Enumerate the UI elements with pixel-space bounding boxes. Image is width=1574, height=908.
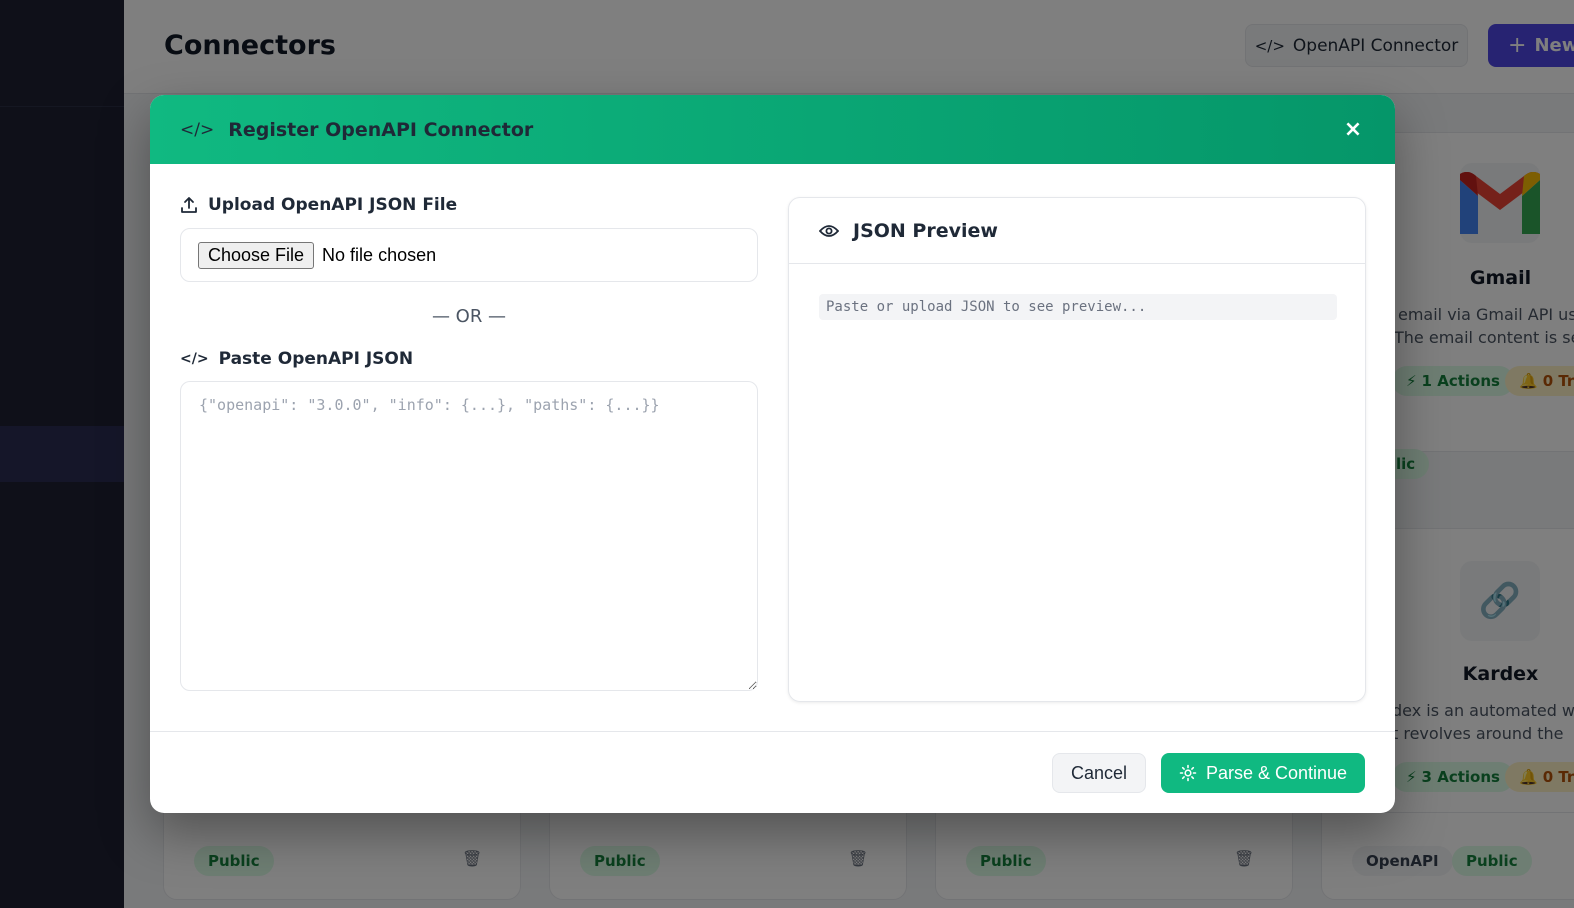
preview-header: JSON Preview (789, 198, 1365, 264)
code-icon: </> (180, 119, 215, 140)
or-separator: — OR — (431, 306, 507, 327)
parse-continue-label: Parse & Continue (1205, 762, 1348, 783)
code-icon: </> (180, 351, 209, 367)
eye-icon (819, 224, 839, 237)
preview-placeholder: Paste or upload JSON to see preview... (819, 294, 1337, 320)
json-input-textarea[interactable] (180, 381, 758, 691)
file-input[interactable]: Choose File No file chosen (180, 228, 758, 282)
close-icon[interactable]: × (1341, 117, 1365, 142)
json-preview-panel: JSON Preview Paste or upload JSON to see… (788, 197, 1366, 702)
input-column: Upload OpenAPI JSON File Choose File No … (180, 195, 758, 695)
preview-title: JSON Preview (853, 219, 998, 242)
parse-continue-button[interactable]: Parse & Continue (1161, 753, 1365, 793)
upload-section-label: Upload OpenAPI JSON File (180, 195, 758, 215)
gear-icon (1179, 764, 1197, 782)
modal-header: </> Register OpenAPI Connector × (150, 95, 1395, 164)
modal-footer: Cancel Parse & Continue (150, 731, 1395, 813)
upload-icon (181, 197, 197, 213)
upload-label-text: Upload OpenAPI JSON File (208, 195, 458, 215)
modal-title: Register OpenAPI Connector (228, 118, 534, 141)
choose-file-button[interactable]: Choose File (198, 241, 315, 269)
file-status-text: No file chosen (322, 244, 437, 265)
register-openapi-modal: </> Register OpenAPI Connector × Upload … (150, 95, 1395, 813)
paste-label-text: Paste OpenAPI JSON (218, 349, 414, 369)
cancel-button[interactable]: Cancel (1052, 753, 1146, 793)
paste-section-label: </> Paste OpenAPI JSON (180, 349, 758, 369)
